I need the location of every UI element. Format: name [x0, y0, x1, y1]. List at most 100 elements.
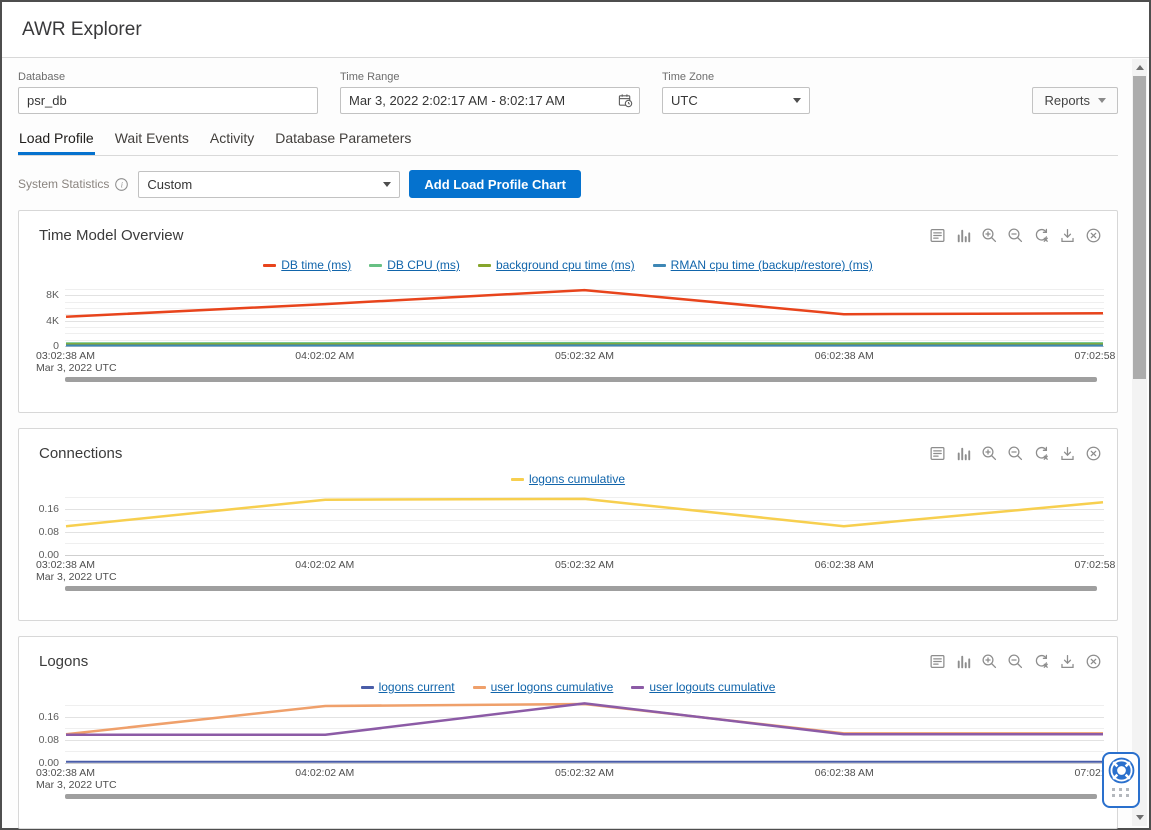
chart-horizontal-scrollbar[interactable]	[65, 377, 1097, 382]
chevron-down-icon	[1098, 98, 1106, 103]
download-icon[interactable]	[1059, 227, 1076, 244]
zoom-in-icon[interactable]	[981, 227, 998, 244]
bar-chart-icon[interactable]	[955, 445, 972, 462]
reports-button[interactable]: Reports	[1032, 87, 1118, 114]
chart-plot-area[interactable]: 0.160.080.00	[65, 700, 1097, 764]
statistics-select[interactable]: Custom	[138, 171, 400, 198]
reset-zoom-icon[interactable]	[1033, 653, 1050, 670]
chart-toolbar	[929, 653, 1102, 670]
download-icon[interactable]	[1059, 445, 1076, 462]
time-zone-select[interactable]: UTC	[662, 87, 810, 114]
help-ring-icon	[1108, 757, 1135, 784]
reset-zoom-icon[interactable]	[1033, 227, 1050, 244]
page-title: AWR Explorer	[22, 19, 142, 41]
zoom-out-icon[interactable]	[1007, 445, 1024, 462]
download-icon[interactable]	[1059, 653, 1076, 670]
close-icon[interactable]	[1085, 227, 1102, 244]
legend-series-link: DB CPU (ms)	[387, 258, 460, 272]
y-axis-tick-label: 8K	[23, 289, 59, 301]
legend-item[interactable]: user logons cumulative	[473, 680, 614, 694]
x-axis-tick-label: 04:02:02 AM	[295, 350, 354, 362]
legend-item[interactable]: DB time (ms)	[263, 258, 351, 272]
tab-wait-events[interactable]: Wait Events	[114, 125, 190, 155]
chart-panels: Time Model OverviewDB time (ms)DB CPU (m…	[18, 210, 1118, 829]
x-axis-tick-label: 03:02:38 AMMar 3, 2022 UTC	[36, 350, 117, 374]
time-range-label: Time Range	[340, 71, 640, 83]
x-axis-tick-label: 07:02:58 AM	[1075, 350, 1117, 362]
x-axis-labels: 03:02:38 AMMar 3, 2022 UTC04:02:02 AM05:…	[19, 558, 1117, 583]
system-statistics-label: System Statistics	[18, 177, 109, 191]
x-axis-date: Mar 3, 2022 UTC	[36, 779, 117, 791]
drag-handle-dots[interactable]	[1112, 788, 1130, 797]
help-launcher[interactable]	[1102, 752, 1140, 808]
table-view-icon[interactable]	[929, 445, 946, 462]
close-icon[interactable]	[1085, 445, 1102, 462]
legend-dash-icon	[653, 264, 666, 267]
chart-plot-area[interactable]: 0.160.080.00	[65, 492, 1097, 556]
chart-panel-header: Connections	[19, 429, 1117, 463]
legend-item[interactable]: background cpu time (ms)	[478, 258, 635, 272]
chart-horizontal-scrollbar[interactable]	[65, 794, 1097, 799]
x-axis-tick-label: 03:02:38 AMMar 3, 2022 UTC	[36, 559, 117, 583]
x-axis-tick-label: 05:02:32 AM	[555, 559, 614, 571]
time-zone-label: Time Zone	[662, 71, 810, 83]
table-view-icon[interactable]	[929, 227, 946, 244]
info-icon[interactable]: i	[114, 177, 129, 192]
x-axis-time: 03:02:38 AM	[36, 559, 95, 571]
x-axis-time: 03:02:38 AM	[36, 767, 95, 779]
filter-row: Database Time Range Time Zone	[18, 71, 1118, 114]
legend-item[interactable]: DB CPU (ms)	[369, 258, 460, 272]
x-axis-tick-label: 06:02:38 AM	[815, 350, 874, 362]
legend-series-link: DB time (ms)	[281, 258, 351, 272]
add-load-profile-chart-button[interactable]: Add Load Profile Chart	[409, 170, 581, 198]
legend-item[interactable]: user logouts cumulative	[631, 680, 775, 694]
time-range-field-group: Time Range	[340, 71, 640, 114]
legend-series-link: user logouts cumulative	[649, 680, 775, 694]
legend-series-link: background cpu time (ms)	[496, 258, 635, 272]
main-content: Database Time Range Time Zone	[2, 71, 1134, 829]
zoom-in-icon[interactable]	[981, 445, 998, 462]
x-axis-tick-label: 06:02:38 AM	[815, 767, 874, 779]
database-input[interactable]	[18, 87, 318, 114]
tab-load-profile[interactable]: Load Profile	[18, 125, 95, 155]
table-view-icon[interactable]	[929, 653, 946, 670]
statistics-select-value: Custom	[147, 177, 192, 192]
legend-series-link: RMAN cpu time (backup/restore) (ms)	[671, 258, 873, 272]
legend-dash-icon	[511, 478, 524, 481]
awr-explorer-window: { "app": { "title": "AWR Explorer" }, "f…	[0, 0, 1151, 830]
bar-chart-icon[interactable]	[955, 227, 972, 244]
x-axis-time: 03:02:38 AM	[36, 350, 95, 362]
chart-title: Logons	[39, 653, 88, 670]
chart-horizontal-scrollbar[interactable]	[65, 586, 1097, 591]
legend-item[interactable]: RMAN cpu time (backup/restore) (ms)	[653, 258, 873, 272]
reset-zoom-icon[interactable]	[1033, 445, 1050, 462]
tab-activity[interactable]: Activity	[209, 125, 255, 155]
chart-legend: logons current user logons cumulative user…	[19, 680, 1117, 694]
x-axis-tick-label: 07:02:58 AM	[1075, 559, 1117, 571]
chart-panel-header: Logons	[19, 637, 1117, 671]
legend-dash-icon	[473, 686, 486, 689]
chart-toolbar	[929, 445, 1102, 462]
vertical-scrollbar[interactable]	[1132, 59, 1147, 826]
bar-chart-icon[interactable]	[955, 653, 972, 670]
line-chart-svg	[65, 281, 1104, 347]
legend-item[interactable]: logons cumulative	[511, 472, 625, 486]
time-range-input[interactable]	[340, 87, 640, 114]
time-zone-field-group: Time Zone UTC	[662, 71, 810, 114]
zoom-out-icon[interactable]	[1007, 227, 1024, 244]
chart-plot-area[interactable]: 8K4K0	[65, 281, 1097, 347]
y-axis-tick-label: 0.08	[23, 734, 59, 746]
legend-item[interactable]: logons current	[361, 680, 455, 694]
chevron-down-icon	[793, 98, 801, 103]
calendar-clock-icon[interactable]	[618, 93, 633, 108]
line-chart-svg	[65, 492, 1104, 556]
scroll-up-arrow-icon[interactable]	[1132, 60, 1147, 75]
scrollbar-thumb[interactable]	[1133, 76, 1146, 379]
zoom-out-icon[interactable]	[1007, 653, 1024, 670]
scroll-down-arrow-icon[interactable]	[1132, 810, 1147, 825]
chart-toolbar	[929, 227, 1102, 244]
tab-database-parameters[interactable]: Database Parameters	[274, 125, 412, 155]
close-icon[interactable]	[1085, 653, 1102, 670]
x-axis-tick-label: 03:02:38 AMMar 3, 2022 UTC	[36, 767, 117, 791]
zoom-in-icon[interactable]	[981, 653, 998, 670]
